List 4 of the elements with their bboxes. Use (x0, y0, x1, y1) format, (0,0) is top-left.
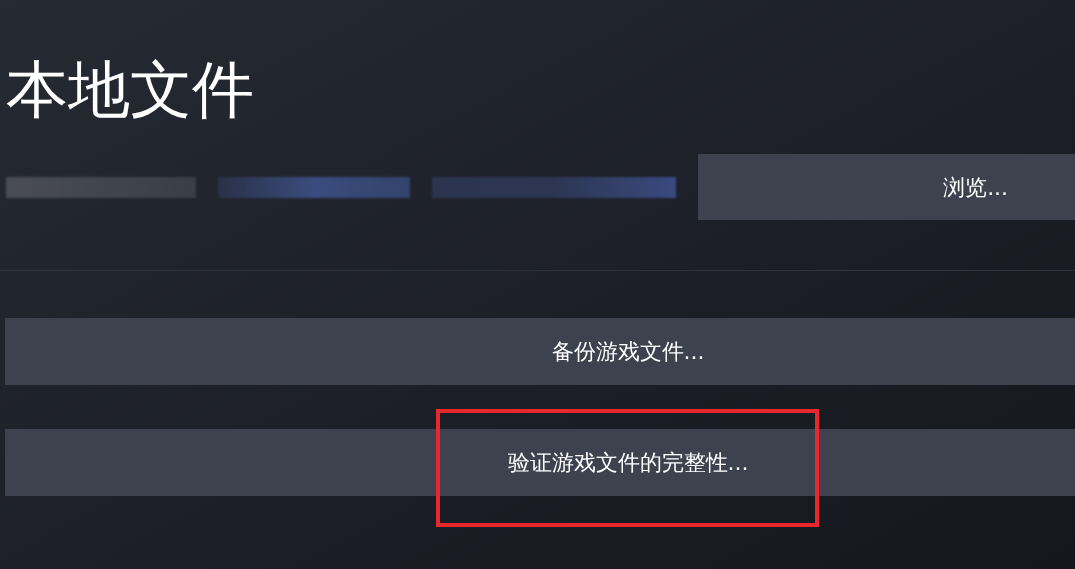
action-button[interactable]: 验证游戏文件的完整性... (5, 429, 1075, 496)
browse-button[interactable]: 浏览... (698, 154, 1075, 220)
action-button[interactable]: 备份游戏文件... (5, 318, 1075, 385)
page-title: 本地文件 (6, 53, 254, 126)
